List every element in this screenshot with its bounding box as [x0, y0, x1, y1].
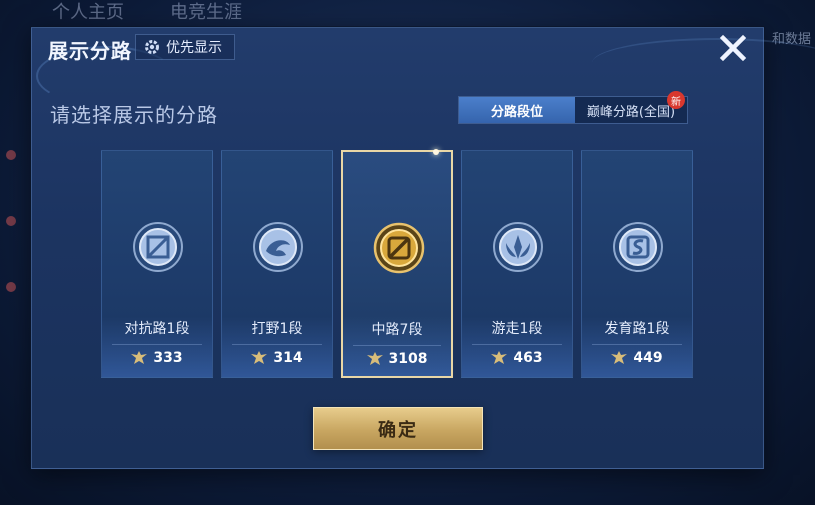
lane-score: 449: [582, 350, 692, 366]
selected-indicator: [433, 149, 439, 155]
tab-peak-lane[interactable]: 巅峰分路(全国) 新: [575, 91, 687, 123]
roam-icon: [493, 222, 543, 272]
rank-score-icon: [366, 352, 383, 365]
lane-score-value: 449: [633, 350, 663, 366]
jungle-icon: [253, 222, 303, 272]
background-left-indicators: [6, 150, 20, 450]
rank-score-icon: [611, 351, 628, 364]
rank-score-icon: [251, 351, 268, 364]
background-header: 个人主页 电竞生涯: [0, 0, 815, 30]
lane-name: 游走1段: [491, 321, 543, 337]
lane-score-value: 314: [273, 350, 303, 366]
confirm-button[interactable]: 确定: [313, 407, 483, 450]
rank-score-icon: [131, 351, 148, 364]
lane-name: 对抗路1段: [124, 321, 190, 337]
lane-name: 打野1段: [251, 321, 303, 337]
dialog-title: 展示分路: [48, 39, 132, 63]
close-icon: [719, 34, 747, 62]
notification-dot: [6, 150, 16, 160]
lane-card-clash[interactable]: 对抗路1段 333: [101, 150, 213, 378]
lane-score-value: 463: [513, 350, 543, 366]
dialog-subtitle: 请选择展示的分路: [50, 103, 218, 127]
lane-name: 发育路1段: [604, 321, 670, 337]
close-button[interactable]: [716, 31, 750, 65]
tab-lane-rank[interactable]: 分路段位: [459, 97, 575, 123]
mid-lane-icon: [373, 222, 425, 274]
background-tab-profile: 个人主页: [52, 2, 124, 23]
lane-score: 3108: [343, 351, 451, 367]
new-badge: 新: [667, 91, 685, 109]
lane-score: 463: [462, 350, 572, 366]
priority-display-label: 优先显示: [166, 40, 222, 56]
lane-score-value: 333: [153, 350, 183, 366]
notification-dot: [6, 216, 16, 226]
lane-card-roam[interactable]: 游走1段 463: [461, 150, 573, 378]
decorative-swirl: [592, 38, 815, 88]
background-tab-esports: 电竞生涯: [170, 2, 242, 23]
gear-icon: [145, 40, 159, 54]
lane-mode-toggle: 分路段位 巅峰分路(全国) 新: [458, 91, 688, 124]
lane-score-value: 3108: [388, 351, 428, 367]
rank-score-icon: [491, 351, 508, 364]
priority-display-button[interactable]: 优先显示: [135, 34, 235, 60]
lane-card-jungle[interactable]: 打野1段 314: [221, 150, 333, 378]
tab-peak-lane-label: 巅峰分路(全国): [586, 104, 676, 120]
lane-name: 中路7段: [371, 322, 423, 338]
lane-score: 314: [222, 350, 332, 366]
notification-dot: [6, 282, 16, 292]
lane-card-farm[interactable]: 发育路1段 449: [581, 150, 693, 378]
clash-lane-icon: [133, 222, 183, 272]
lane-score: 333: [102, 350, 212, 366]
lane-card-mid[interactable]: 中路7段 3108: [341, 149, 453, 378]
farm-lane-icon: [613, 222, 663, 272]
